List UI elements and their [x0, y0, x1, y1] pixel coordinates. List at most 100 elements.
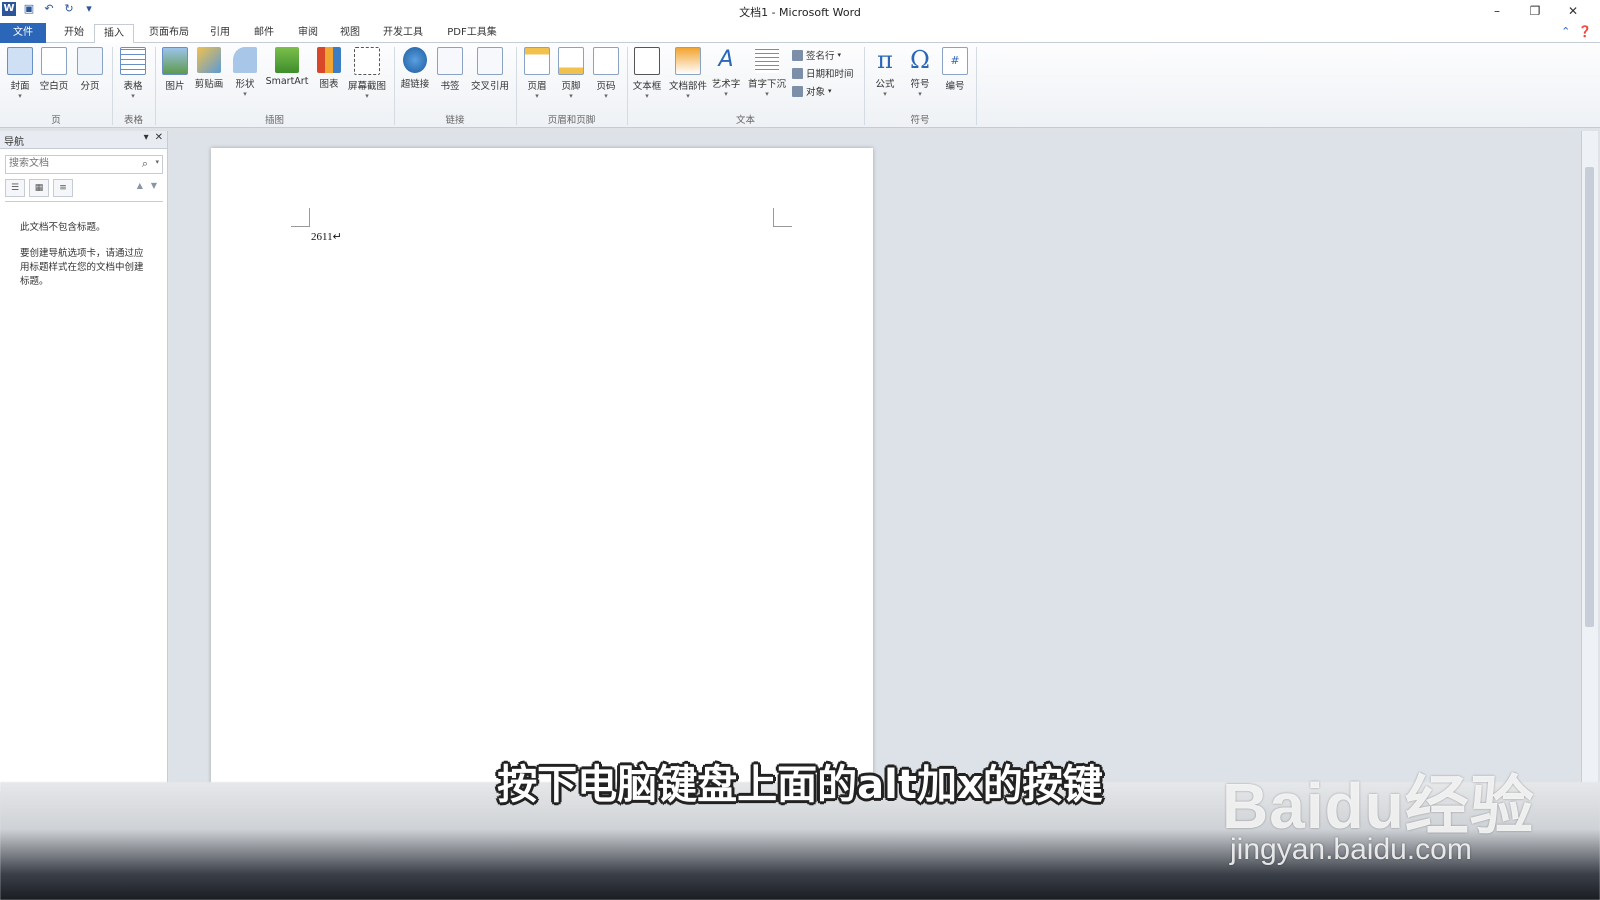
symbol-button[interactable]: Ω 符号 ▾: [903, 47, 937, 98]
shapes-button[interactable]: 形状 ▾: [228, 47, 262, 98]
picture-button[interactable]: 图片: [158, 47, 192, 92]
cover-page-icon: [7, 47, 33, 75]
screenshot-button[interactable]: 屏幕截图 ▾: [346, 47, 388, 100]
ribbon-tabs: 文件 开始 插入 页面布局 引用 邮件 审阅 视图 开发工具 PDF工具集 ⌃ …: [0, 22, 1600, 44]
nav-header: 导航 ▾ ✕: [0, 131, 167, 149]
bookmark-button[interactable]: 书签: [433, 47, 467, 92]
nav-search-input[interactable]: [6, 156, 129, 171]
object-button[interactable]: 对象 ▾: [792, 84, 832, 98]
nav-options-icon[interactable]: ▾: [144, 132, 149, 143]
drop-cap-icon: [755, 47, 779, 73]
tab-home[interactable]: 开始: [58, 24, 90, 42]
headings-view-tab[interactable]: ☰: [5, 179, 25, 197]
cover-page-button[interactable]: 封面 ▾: [3, 47, 37, 100]
page-number-icon: [593, 47, 619, 75]
group-label-illustrations: 插图: [264, 115, 284, 126]
tab-developer[interactable]: 开发工具: [376, 24, 430, 42]
page-number-button[interactable]: 页码 ▾: [589, 47, 623, 100]
watermark-url: jingyan.baidu.com: [1230, 833, 1472, 866]
screenshot-icon: [354, 47, 380, 75]
baidu-watermark: Baidu经验 jingyan.baidu.com: [1222, 735, 1542, 866]
table-button[interactable]: 表格 ▾: [116, 47, 150, 100]
wordart-icon: A: [718, 47, 734, 72]
calendar-icon: [792, 67, 803, 79]
chart-button[interactable]: 图表: [312, 47, 346, 90]
footer-button[interactable]: 页脚 ▾: [554, 47, 588, 100]
group-label-links: 链接: [445, 115, 465, 126]
tab-references[interactable]: 引用: [204, 24, 236, 42]
close-button[interactable]: ✕: [1554, 2, 1592, 20]
tab-view[interactable]: 视图: [334, 24, 366, 42]
group-label-symbols: 符号: [910, 115, 930, 126]
tab-file[interactable]: 文件: [0, 23, 46, 43]
equation-button[interactable]: π 公式 ▾: [868, 47, 902, 98]
document-text[interactable]: 2611↵: [311, 230, 342, 243]
results-view-tab[interactable]: ≡: [53, 179, 73, 197]
search-icon[interactable]: ⌕: [142, 157, 148, 171]
text-box-icon: [634, 47, 660, 75]
vertical-scrollbar[interactable]: [1581, 131, 1598, 791]
navigation-pane: 导航 ▾ ✕ ⌕ ▾ ☰ ▦ ≡ ▲ ▼ 此文档不包含标题。 要创建导航选项卡，…: [0, 131, 168, 791]
tab-mailings[interactable]: 邮件: [248, 24, 280, 42]
drop-cap-button[interactable]: 首字下沉 ▾: [745, 47, 789, 98]
minimize-ribbon-icon[interactable]: ⌃: [1561, 25, 1570, 38]
group-label-pages: 页: [51, 115, 61, 126]
group-label-header-footer: 页眉和页脚: [547, 115, 596, 126]
restore-button[interactable]: ❐: [1516, 2, 1554, 20]
footer-icon: [558, 47, 584, 75]
nav-search-box: ⌕ ▾: [5, 155, 163, 174]
picture-icon: [162, 47, 188, 75]
document-page[interactable]: 2611↵: [211, 148, 873, 798]
nav-title: 导航: [4, 137, 24, 148]
help-icon[interactable]: ❓: [1578, 25, 1592, 38]
nav-instructions-message: 要创建导航选项卡，请通过应用标题样式在您的文档中创建标题。: [20, 248, 144, 287]
cross-reference-button[interactable]: 交叉引用: [468, 47, 512, 92]
search-dropdown-icon[interactable]: ▾: [155, 158, 159, 166]
smartart-icon: [275, 47, 299, 73]
clip-art-button[interactable]: 剪贴画: [192, 47, 226, 90]
blank-page-button[interactable]: 空白页: [37, 47, 71, 92]
page-break-button[interactable]: 分页: [73, 47, 107, 92]
wordart-button[interactable]: A 艺术字 ▾: [709, 47, 743, 98]
margin-corner-left: [291, 208, 310, 227]
minimize-button[interactable]: –: [1478, 2, 1516, 20]
nav-close-icon[interactable]: ✕: [155, 132, 163, 143]
nav-body: [5, 201, 163, 791]
hyperlink-button[interactable]: 超链接: [398, 47, 432, 90]
signature-line-button[interactable]: 签名行 ▾: [792, 48, 841, 62]
shapes-icon: [233, 47, 257, 73]
scrollbar-thumb[interactable]: [1585, 167, 1594, 627]
header-button[interactable]: 页眉 ▾: [520, 47, 554, 100]
text-box-button[interactable]: 文本框 ▾: [630, 47, 664, 100]
bookmark-icon: [437, 47, 463, 75]
hyperlink-icon: [403, 47, 427, 73]
page-break-icon: [77, 47, 103, 75]
tab-pdf-tools[interactable]: PDF工具集: [440, 24, 504, 42]
quick-parts-button[interactable]: 文档部件 ▾: [667, 47, 709, 100]
title-bar: W ▣ ↶ ↻ ▾ 文档1 - Microsoft Word – ❐ ✕: [0, 0, 1600, 22]
pages-view-tab[interactable]: ▦: [29, 179, 49, 197]
clip-art-icon: [197, 47, 221, 73]
omega-icon: Ω: [910, 46, 930, 74]
numbering-button[interactable]: # 编号: [938, 47, 972, 92]
group-label-text: 文本: [735, 115, 755, 126]
cross-reference-icon: [477, 47, 503, 75]
blank-page-icon: [41, 47, 67, 75]
smartart-button[interactable]: SmartArt: [263, 47, 311, 87]
quick-parts-icon: [675, 47, 701, 75]
date-time-button[interactable]: 日期和时间: [792, 66, 854, 80]
object-icon: [792, 85, 803, 97]
ribbon-insert: 封面 ▾ 空白页 分页 表格 ▾ 图片 剪贴画 形状 ▾ SmartArt 图表 屏幕…: [0, 43, 1600, 128]
tab-insert[interactable]: 插入: [94, 24, 134, 44]
tab-page-layout[interactable]: 页面布局: [142, 24, 196, 42]
window-title: 文档1 - Microsoft Word: [739, 6, 861, 19]
tab-review[interactable]: 审阅: [292, 24, 324, 42]
previous-heading-icon[interactable]: ▲: [137, 181, 143, 190]
table-icon: [120, 47, 146, 75]
margin-corner-right: [773, 208, 792, 227]
numbering-icon: #: [942, 47, 968, 75]
chart-icon: [317, 47, 341, 73]
next-heading-icon[interactable]: ▼: [151, 181, 157, 190]
nav-no-headings-message: 此文档不包含标题。: [20, 222, 106, 233]
signature-line-icon: [792, 49, 803, 61]
